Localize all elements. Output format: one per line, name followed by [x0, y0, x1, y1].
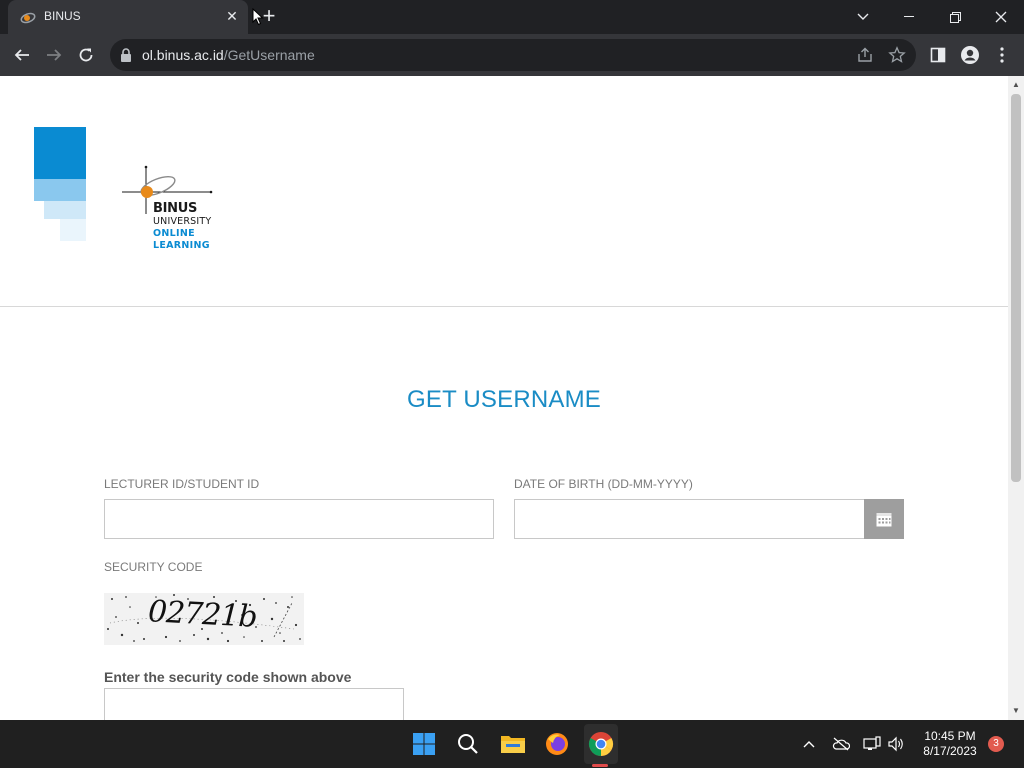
windows-start-icon[interactable] — [408, 728, 440, 760]
page-header: BINUS UNIVERSITY ONLINE LEARNING — [0, 76, 1008, 307]
brand-decoration — [34, 127, 86, 179]
tab-search-icon[interactable] — [840, 0, 886, 34]
forward-arrow-icon[interactable] — [41, 42, 67, 68]
clock-time: 10:45 PM — [924, 729, 976, 743]
logo-text-online: ONLINE — [153, 228, 195, 239]
student-id-input[interactable] — [104, 499, 494, 539]
file-explorer-icon[interactable] — [497, 728, 529, 760]
dob-input[interactable] — [514, 499, 865, 539]
logo-text-university: UNIVERSITY — [153, 216, 212, 227]
address-bar[interactable]: ol.binus.ac.id/GetUsername — [110, 39, 916, 71]
show-hidden-icons-chevron-up-icon[interactable] — [799, 734, 819, 754]
browser-toolbar: ol.binus.ac.id/GetUsername — [0, 34, 1024, 76]
chrome-running-indicator — [592, 764, 608, 767]
calendar-button[interactable] — [864, 499, 904, 539]
enter-code-label: Enter the security code shown above — [104, 669, 352, 685]
scroll-down-icon[interactable]: ▼ — [1011, 706, 1021, 716]
binus-online-logo[interactable]: BINUS UNIVERSITY ONLINE LEARNING — [118, 164, 228, 256]
side-panel-icon[interactable] — [925, 42, 951, 68]
scroll-thumb[interactable] — [1011, 94, 1021, 482]
clock-date: 8/17/2023 — [923, 744, 977, 758]
system-clock[interactable]: 10:45 PM 8/17/2023 — [912, 729, 988, 759]
page-scrollbar[interactable]: ▲ ▼ — [1008, 76, 1024, 720]
security-code-input[interactable] — [104, 688, 404, 720]
onedrive-offline-icon[interactable] — [831, 734, 851, 754]
notification-badge[interactable]: 3 — [988, 736, 1004, 752]
brand-decoration-fade — [44, 201, 86, 219]
windows-taskbar: 10:45 PM 8/17/2023 3 — [0, 720, 1024, 768]
page-content: BINUS UNIVERSITY ONLINE LEARNING GET USE… — [0, 76, 1008, 720]
restore-button[interactable] — [932, 0, 978, 34]
page-title: GET USERNAME — [407, 386, 601, 413]
logo-text-binus: BINUS — [153, 201, 198, 216]
binus-favicon-icon — [20, 12, 36, 24]
minimize-button[interactable] — [886, 0, 932, 34]
logo-text-learning: LEARNING — [153, 240, 210, 251]
reload-icon[interactable] — [73, 42, 99, 68]
network-icon[interactable] — [862, 734, 882, 754]
volume-icon[interactable] — [886, 734, 906, 754]
tab-close-icon[interactable]: ✕ — [224, 8, 240, 24]
brand-decoration-fade — [34, 179, 86, 201]
star-icon[interactable] — [888, 46, 906, 64]
share-icon[interactable] — [856, 46, 874, 64]
calendar-icon — [876, 513, 892, 527]
captcha-text: 02721b — [147, 594, 258, 635]
tab-title: BINUS — [44, 9, 81, 23]
profile-icon[interactable] — [957, 42, 983, 68]
dob-label: DATE OF BIRTH (DD-MM-YYYY) — [514, 477, 693, 491]
chrome-icon[interactable] — [585, 728, 617, 760]
scroll-up-icon[interactable]: ▲ — [1011, 80, 1021, 90]
close-window-button[interactable] — [978, 0, 1024, 34]
mouse-cursor-icon — [252, 8, 264, 26]
student-id-label: LECTURER ID/STUDENT ID — [104, 477, 260, 491]
brand-decoration-fade — [60, 219, 86, 241]
captcha-image: 02721b — [104, 593, 304, 645]
lock-icon[interactable] — [120, 48, 132, 62]
security-code-label: SECURITY CODE — [104, 560, 203, 574]
firefox-icon[interactable] — [541, 728, 573, 760]
url-text[interactable]: ol.binus.ac.id/GetUsername — [142, 47, 315, 63]
browser-titlebar: BINUS ✕ + — [0, 0, 1024, 34]
kebab-menu-icon[interactable] — [989, 42, 1015, 68]
back-arrow-icon[interactable] — [9, 42, 35, 68]
search-icon[interactable] — [452, 728, 484, 760]
browser-tab-binus[interactable]: BINUS ✕ — [8, 0, 248, 34]
